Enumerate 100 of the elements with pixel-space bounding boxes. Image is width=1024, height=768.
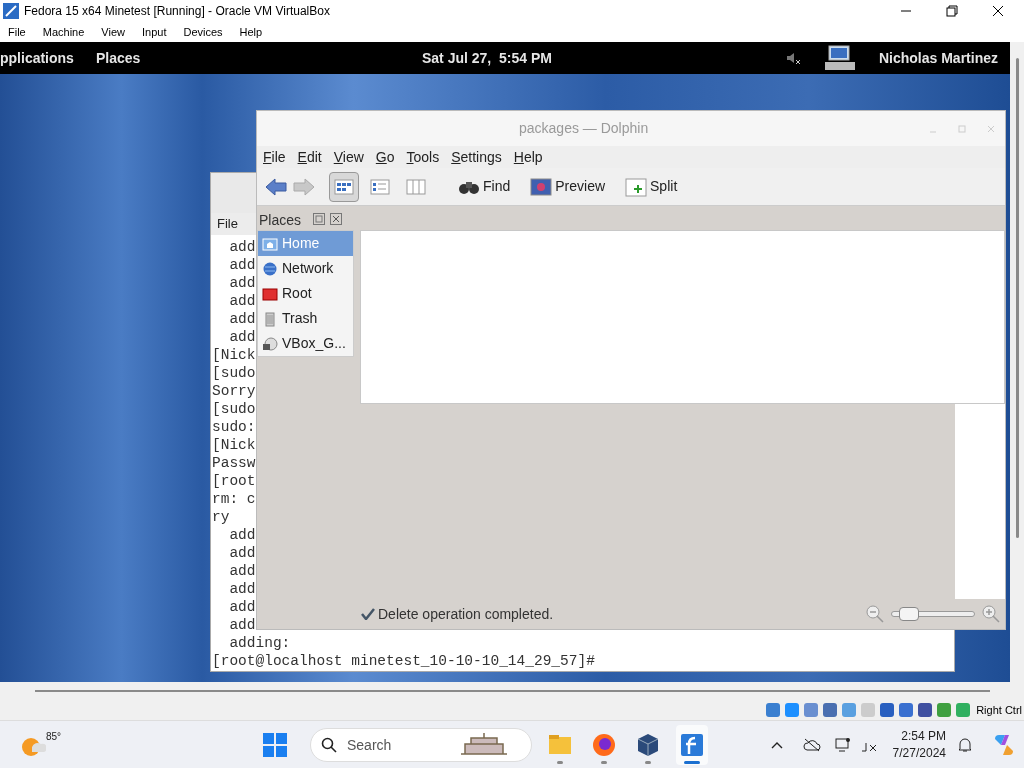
network-computer-icon[interactable] [824, 44, 857, 72]
menu-item[interactable]: Tools [406, 146, 440, 168]
user-name[interactable]: Nicholas Martinez [878, 47, 998, 69]
horizontal-scrollbar[interactable] [35, 690, 990, 692]
menu-item[interactable]: Edit [297, 146, 322, 168]
device-status-icon[interactable] [784, 702, 801, 718]
terminal-line: [Nick [212, 346, 256, 364]
volume-muted-icon[interactable] [784, 50, 801, 66]
forward-arrow-icon[interactable] [293, 177, 315, 196]
vertical-scrollbar[interactable] [1015, 58, 1019, 538]
menu-item[interactable]: Devices [183, 23, 223, 41]
terminal-line: [sudo [212, 364, 256, 382]
globe-icon [262, 260, 278, 277]
close-icon[interactable] [992, 5, 1004, 17]
panel-menu[interactable]: Places [95, 47, 141, 69]
details-view-icon [369, 176, 391, 197]
menu-item[interactable]: View [101, 23, 125, 41]
terminal-line: [Nick [212, 436, 256, 454]
panel-title: Places [259, 211, 302, 230]
toolbar-button[interactable]: Preview [529, 171, 607, 202]
terminal-line: sudo: [212, 418, 256, 436]
terminal-line: add [228, 310, 256, 328]
terminal-line: Sorry [212, 382, 256, 400]
taskbar-app-button[interactable] [676, 725, 708, 765]
restore-icon[interactable] [946, 5, 958, 17]
terminal-line: add [228, 580, 256, 598]
chevron-up-icon[interactable] [770, 740, 783, 749]
terminal-line: rm: c [212, 490, 256, 508]
terminal-line: [root@localhost minetest_10-10-10_14_29_57]# [212, 652, 595, 670]
terminal-line: add [228, 292, 256, 310]
terminal-line: add [228, 328, 256, 346]
terminal-line: [sudo [212, 400, 256, 418]
start-icon[interactable] [262, 732, 288, 758]
panel-clock[interactable]: Sat Jul 27, 5:54 PM [422, 47, 552, 69]
icons-view-icon [333, 176, 355, 197]
home-folder-icon [262, 235, 278, 252]
device-status-icon[interactable] [822, 702, 839, 718]
device-status-icon[interactable] [803, 702, 820, 718]
columns-view-icon [405, 176, 427, 197]
display-icon[interactable] [834, 736, 851, 753]
menu-item[interactable]: Input [141, 23, 167, 41]
temperature: 85° [46, 730, 62, 744]
zoom-out-icon[interactable] [865, 604, 885, 624]
places-item[interactable]: Network [258, 256, 353, 281]
browser-icon [591, 732, 617, 758]
menu-item[interactable]: Help [239, 23, 263, 41]
terminal-line: add [228, 616, 256, 634]
terminal-line: adding: [228, 634, 291, 652]
menu-item[interactable]: Help [513, 146, 543, 168]
clock-time[interactable]: 2:54 PM [901, 727, 946, 745]
folder-icon [262, 285, 278, 302]
back-arrow-icon[interactable] [265, 177, 287, 196]
device-status-icon[interactable] [898, 702, 915, 718]
copilot-icon[interactable] [992, 732, 1016, 757]
picture-icon [530, 176, 553, 197]
search-field[interactable]: Search [310, 728, 532, 762]
device-status-icon[interactable] [879, 702, 896, 718]
toolbar-button[interactable]: Split [624, 171, 679, 202]
close-panel-icon[interactable] [330, 213, 343, 225]
menu-item[interactable]: File [263, 146, 286, 168]
fedora-icon [679, 732, 705, 758]
menu-item[interactable]: Machine [42, 23, 85, 41]
terminal-line: add [228, 526, 256, 544]
terminal-line: add [228, 598, 256, 616]
cube-icon [635, 732, 661, 758]
terminal-line: ry [212, 508, 230, 526]
device-status-icon[interactable] [936, 702, 953, 718]
device-status-icon[interactable] [917, 702, 934, 718]
terminal-line: add [228, 544, 256, 562]
terminal-line: add [228, 238, 256, 256]
terminal-line: add [228, 274, 256, 292]
toolbar-button[interactable]: Find [457, 171, 512, 202]
landmark-drawing [459, 732, 509, 758]
clock-date[interactable]: 7/27/2024 [892, 744, 946, 762]
menu-item[interactable]: File [217, 214, 238, 234]
places-item[interactable]: Root [258, 281, 353, 306]
disc-drive-icon [262, 335, 278, 352]
panel-menu[interactable]: pplications [0, 47, 74, 69]
menu-item[interactable]: Settings [451, 146, 502, 168]
bell-icon[interactable] [958, 736, 972, 753]
menu-item[interactable]: View [333, 146, 364, 168]
float-panel-icon[interactable] [313, 213, 326, 225]
terminal-line: add [228, 562, 256, 580]
status-message: Delete operation completed. [378, 604, 554, 624]
menu-item[interactable]: Go [375, 146, 395, 168]
places-item[interactable]: Trash [258, 306, 353, 331]
search-icon [321, 737, 337, 753]
host-key-label: Right Ctrl [976, 702, 1022, 718]
menu-item[interactable]: File [8, 23, 26, 41]
checkmark-icon [361, 608, 375, 620]
terminal-line: [root [212, 472, 256, 490]
icons-view-button[interactable] [329, 171, 359, 202]
device-status-icon[interactable] [765, 702, 782, 718]
window-title: packages — Dolphin [519, 119, 649, 138]
slider-thumb[interactable] [898, 607, 919, 621]
places-item[interactable]: VBox_G... [258, 331, 353, 356]
cloud-off-icon[interactable] [802, 737, 821, 752]
trash-can-icon [262, 310, 278, 327]
search-input[interactable]: Search [347, 734, 457, 756]
zoom-in-icon[interactable] [981, 604, 1001, 624]
